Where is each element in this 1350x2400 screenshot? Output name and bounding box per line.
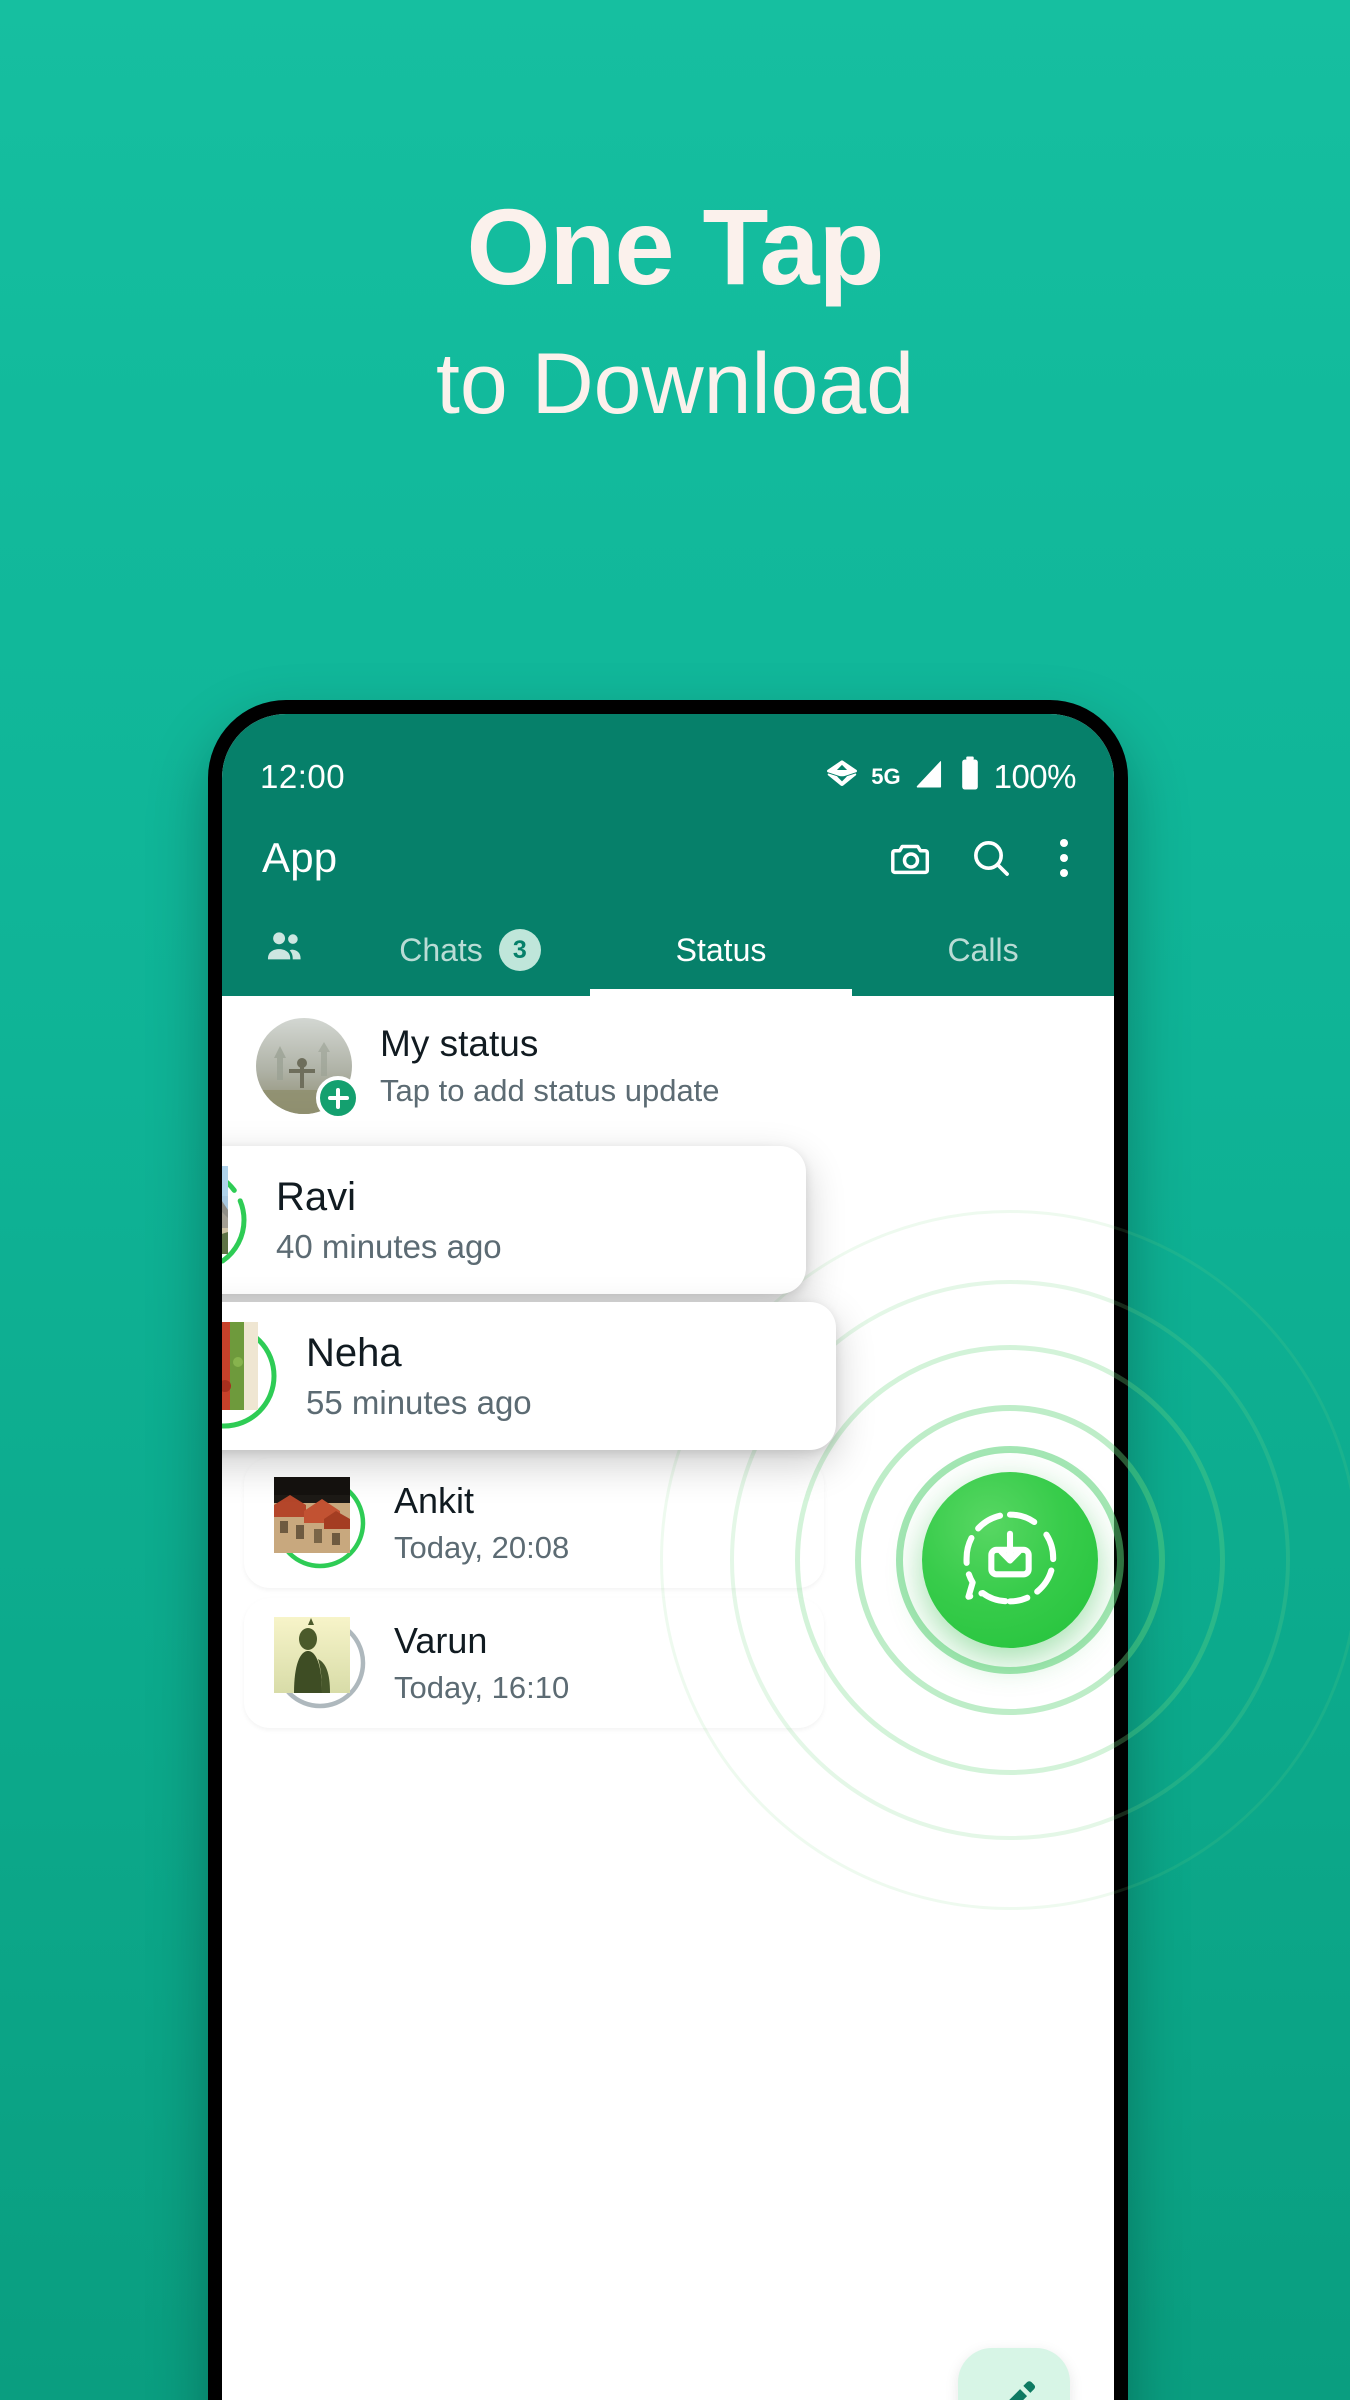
my-status-title: My status: [380, 1023, 539, 1064]
status-bar-time: 12:00: [260, 758, 346, 795]
tab-calls[interactable]: Calls: [852, 910, 1114, 996]
tab-status[interactable]: Status: [590, 910, 852, 996]
my-status-subtitle: Tap to add status update: [380, 1073, 720, 1108]
status-list: My status Tap to add status update Recen…: [222, 996, 1114, 2400]
status-time: Today, 16:10: [394, 1670, 570, 1705]
tab-calls-label: Calls: [947, 931, 1019, 968]
page-subtitle: to Download: [435, 336, 915, 433]
status-name: Ravi: [276, 1174, 357, 1219]
download-status-button[interactable]: [922, 1472, 1098, 1648]
status-row-varun[interactable]: Varun Today, 16:10: [244, 1598, 824, 1728]
tab-status-label: Status: [675, 931, 767, 968]
status-row-text: Ankit Today, 20:08: [394, 1480, 569, 1566]
promo-headline-block: One Tap to Download: [0, 190, 1350, 437]
overflow-menu-icon[interactable]: [1048, 839, 1080, 877]
status-row-text: Ravi 40 minutes ago: [276, 1175, 502, 1266]
status-name: Neha: [306, 1330, 402, 1375]
status-row-neha[interactable]: Neha 55 minutes ago: [222, 1302, 836, 1450]
status-bar-indicators: 5G 100%: [824, 755, 1077, 796]
app-bar: App: [222, 806, 1114, 910]
status-time: 55 minutes ago: [306, 1383, 532, 1421]
my-status-text: My status Tap to add status update: [380, 1023, 720, 1109]
tab-groups[interactable]: [222, 910, 350, 996]
status-bar: 12:00 5G 100%: [222, 714, 1114, 806]
signal-icon: [912, 757, 946, 796]
promo-screen: One Tap to Download 12:00 5G 100% App Ch…: [0, 0, 1350, 2400]
chat-bubble-download-icon: [954, 1502, 1066, 1619]
status-ring-segmented: [222, 1166, 248, 1274]
status-row-ravi[interactable]: Ravi 40 minutes ago: [222, 1146, 806, 1294]
status-row-text: Varun Today, 16:10: [394, 1620, 569, 1706]
tab-chats[interactable]: Chats 3: [350, 910, 590, 996]
chats-unread-badge: 3: [498, 929, 541, 971]
battery-icon: [957, 755, 983, 796]
status-row-text: Neha 55 minutes ago: [306, 1331, 532, 1422]
status-name: Varun: [394, 1620, 488, 1661]
network-type-label: 5G: [871, 764, 901, 789]
status-ring-viewed: [274, 1617, 366, 1709]
avatar: [274, 1617, 358, 1701]
add-status-plus-icon[interactable]: [316, 1076, 360, 1120]
wifi-icon: [824, 755, 860, 796]
groups-icon: [263, 923, 309, 977]
compose-status-button[interactable]: [958, 2348, 1070, 2400]
camera-icon[interactable]: [888, 835, 934, 881]
battery-percent-label: 100%: [993, 758, 1077, 795]
status-time: Today, 20:08: [394, 1530, 570, 1565]
tab-chats-label: Chats: [399, 931, 483, 968]
app-bar-actions: [888, 835, 1080, 881]
status-ring-solid: [274, 1477, 366, 1569]
my-status-row[interactable]: My status Tap to add status update: [222, 996, 1114, 1132]
status-row-ankit[interactable]: Ankit Today, 20:08: [244, 1458, 824, 1588]
page-title: One Tap: [466, 186, 884, 307]
my-status-avatar-wrap: [256, 1018, 360, 1120]
status-time: 40 minutes ago: [276, 1227, 502, 1265]
search-icon[interactable]: [968, 835, 1014, 881]
tab-bar: Chats 3 Status Calls: [222, 910, 1114, 996]
status-name: Ankit: [394, 1480, 475, 1521]
app-title: App: [262, 834, 338, 881]
status-ring-solid: [222, 1322, 278, 1430]
avatar: [274, 1477, 358, 1561]
pencil-icon: [986, 2374, 1042, 2400]
